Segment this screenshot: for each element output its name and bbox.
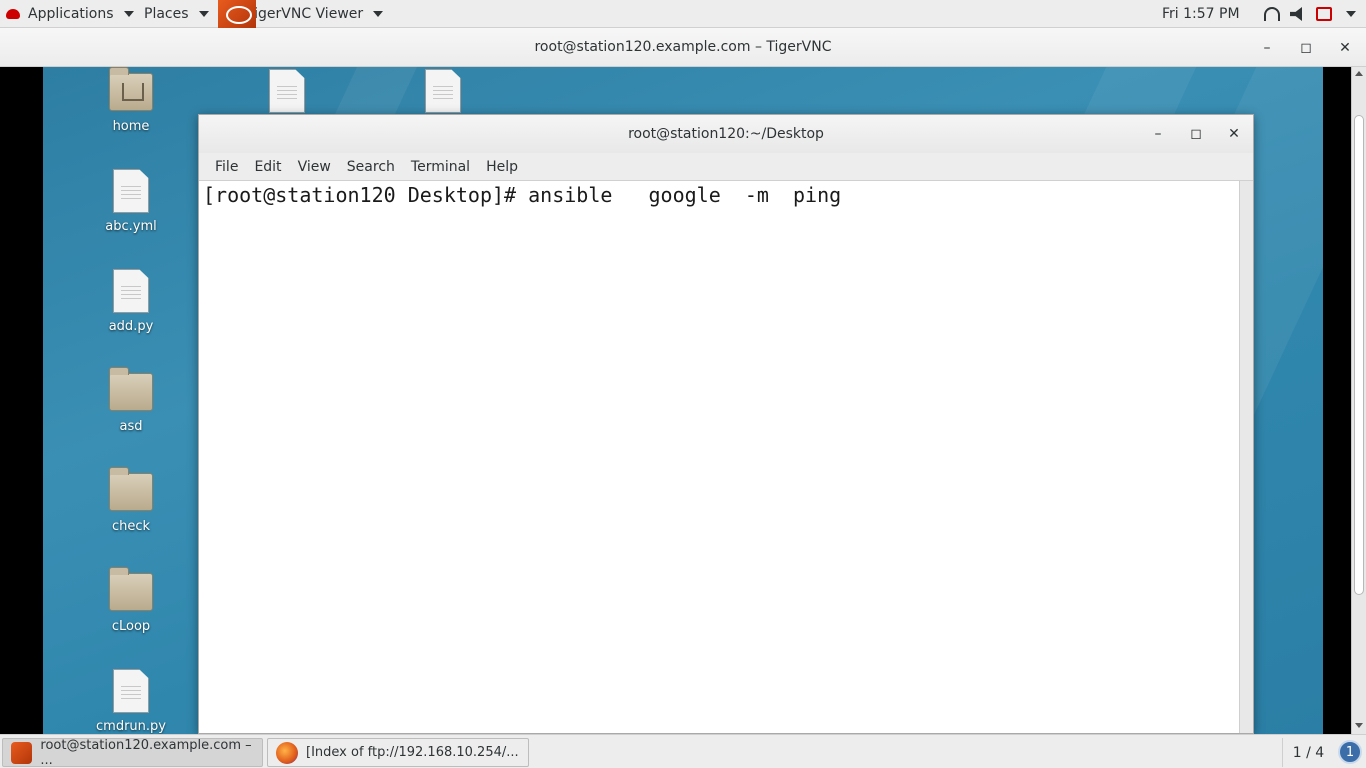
desktop-icon-label: check: [111, 519, 151, 534]
battery-icon: [1316, 7, 1332, 21]
clock-label: Fri 1:57 PM: [1162, 6, 1240, 22]
chevron-down-icon: [123, 11, 134, 17]
menu-help[interactable]: Help: [478, 159, 526, 175]
volume-icon: [1290, 7, 1302, 21]
redhat-icon: [6, 9, 20, 19]
vnc-window-title: root@station120.example.com – TigerVNC: [534, 39, 832, 55]
wifi-icon: [1264, 7, 1280, 21]
chevron-down-icon: [373, 11, 384, 17]
tigervnc-icon: [11, 741, 33, 764]
chevron-down-icon: [198, 11, 209, 17]
places-menu[interactable]: Places: [144, 0, 209, 28]
menu-search[interactable]: Search: [339, 159, 403, 175]
desktop-icon-label: add.py: [108, 319, 154, 334]
desktop-icon-label: cmdrun.py: [96, 719, 166, 734]
desktop-icon-label: abc.yml: [105, 219, 157, 234]
close-button[interactable]: ✕: [1330, 28, 1360, 67]
desktop-file-icon[interactable]: [398, 69, 488, 119]
desktop-icon-add-py[interactable]: add.py: [86, 269, 176, 334]
desktop-icon-cmdrun-py[interactable]: cmdrun.py: [86, 669, 176, 734]
taskbar-item-vnc[interactable]: root@station120.example.com – ...: [2, 737, 263, 768]
terminal-menubar: File Edit View Search Terminal Help: [199, 153, 1253, 181]
scroll-up-icon[interactable]: [1355, 71, 1363, 76]
chevron-down-icon: [1346, 11, 1356, 17]
menu-file[interactable]: File: [207, 159, 246, 175]
file-icon: [425, 69, 461, 113]
desktop-icon-check[interactable]: check: [86, 467, 176, 534]
clock[interactable]: Fri 1:57 PM: [1162, 0, 1240, 28]
folder-icon: [109, 567, 153, 611]
active-app-label: TigerVNC Viewer: [246, 6, 364, 22]
file-icon: [113, 169, 149, 213]
notification-badge[interactable]: 1: [1338, 740, 1362, 764]
file-icon: [113, 269, 149, 313]
active-app-menu[interactable]: TigerVNC Viewer: [218, 0, 384, 28]
terminal-titlebar[interactable]: root@station120:~/Desktop – ◻ ✕: [199, 115, 1253, 153]
applications-label: Applications: [28, 6, 114, 22]
menu-terminal[interactable]: Terminal: [403, 159, 478, 175]
menu-view[interactable]: View: [290, 159, 339, 175]
desktop-icon-label: home: [112, 119, 150, 134]
vnc-left-border: [0, 67, 43, 734]
scroll-down-icon[interactable]: [1355, 723, 1363, 728]
workspace-switcher[interactable]: 1 / 4: [1282, 738, 1334, 767]
folder-icon: [109, 467, 153, 511]
vnc-scrollbar[interactable]: [1351, 67, 1366, 734]
taskbar-item-firefox[interactable]: [Index of ftp://192.168.10.254/...: [267, 738, 529, 767]
taskbar-item-label: root@station120.example.com – ...: [40, 737, 252, 768]
firefox-icon: [276, 741, 298, 764]
maximize-button[interactable]: ◻: [1291, 28, 1321, 67]
desktop-icon-abc-yml[interactable]: abc.yml: [86, 169, 176, 234]
applications-menu[interactable]: Applications: [6, 0, 134, 28]
terminal-window[interactable]: root@station120:~/Desktop – ◻ ✕ File Edi…: [198, 114, 1254, 734]
desktop-icon-label: asd: [119, 419, 143, 434]
desktop-icon-cloop[interactable]: cLoop: [86, 567, 176, 634]
minimize-button[interactable]: –: [1252, 28, 1282, 67]
top-panel: Applications Places TigerVNC Viewer Fri …: [0, 0, 1366, 28]
terminal-maximize-button[interactable]: ◻: [1181, 119, 1211, 149]
system-tray[interactable]: [1264, 0, 1356, 28]
menu-edit[interactable]: Edit: [246, 159, 289, 175]
taskbar-item-label: [Index of ftp://192.168.10.254/...: [306, 745, 519, 760]
home-folder-icon: [109, 67, 153, 111]
desktop-file-icon[interactable]: [242, 69, 332, 119]
desktop-icon-home[interactable]: home: [86, 67, 176, 134]
bottom-taskbar: root@station120.example.com – ... [Index…: [0, 734, 1366, 768]
terminal-minimize-button[interactable]: –: [1143, 119, 1173, 149]
places-label: Places: [144, 6, 189, 22]
terminal-body[interactable]: [root@station120 Desktop]# ansible googl…: [199, 181, 1240, 733]
terminal-line: [root@station120 Desktop]# ansible googl…: [203, 183, 842, 207]
terminal-scrollbar[interactable]: [1239, 181, 1253, 733]
file-icon: [269, 69, 305, 113]
terminal-close-button[interactable]: ✕: [1219, 119, 1249, 149]
vnc-scrollbar-thumb[interactable]: [1354, 115, 1364, 595]
file-icon: [113, 669, 149, 713]
vnc-window-titlebar[interactable]: root@station120.example.com – TigerVNC –…: [0, 28, 1366, 67]
tigervnc-icon: [218, 0, 256, 28]
folder-icon: [109, 367, 153, 411]
terminal-title: root@station120:~/Desktop: [628, 126, 824, 142]
desktop-icon-label: cLoop: [111, 619, 151, 634]
desktop-icon-asd[interactable]: asd: [86, 367, 176, 434]
